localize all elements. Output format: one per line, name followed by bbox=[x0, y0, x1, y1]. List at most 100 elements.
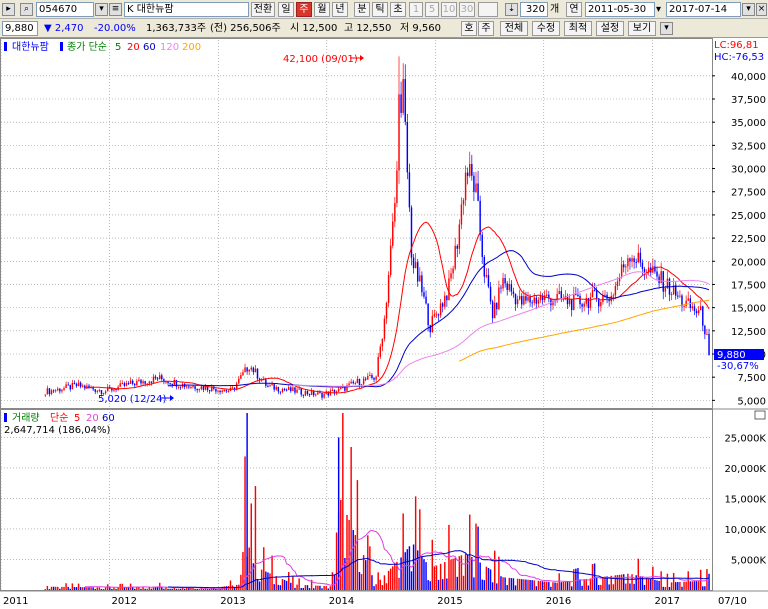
volume-bar bbox=[377, 572, 379, 590]
candle-body bbox=[627, 258, 629, 267]
volume-bar bbox=[179, 588, 182, 590]
period-month-button[interactable]: 월 bbox=[314, 2, 330, 17]
candle-body bbox=[706, 333, 708, 335]
calendar-icon[interactable]: ▾ bbox=[742, 3, 755, 16]
minute-30-button[interactable]: 30 bbox=[459, 2, 475, 17]
candle-body bbox=[616, 281, 619, 287]
period-week-button[interactable]: 주 bbox=[296, 2, 312, 17]
volume-bar bbox=[600, 584, 602, 590]
date-from-input[interactable]: 2011-05-30 bbox=[585, 2, 655, 17]
candle-body bbox=[169, 383, 171, 385]
menu-icon[interactable]: ▸ bbox=[2, 3, 15, 16]
volume-bar bbox=[244, 456, 246, 590]
candle-body bbox=[402, 79, 404, 113]
stock-chart[interactable]: 40,000 37,500 35,000 32,500 30,000 27,500 25,0… bbox=[0, 38, 768, 609]
candle-body bbox=[337, 388, 340, 392]
minute-1-button[interactable]: 1 bbox=[409, 2, 423, 17]
candle-body bbox=[71, 382, 74, 390]
period-year-button[interactable]: 년 bbox=[332, 2, 348, 17]
volume-bar bbox=[681, 586, 683, 590]
convert-button[interactable]: 전환 bbox=[251, 2, 275, 17]
volume-bar bbox=[364, 560, 367, 590]
volume-bar bbox=[267, 572, 269, 590]
candle-body bbox=[144, 381, 146, 384]
period-day-button[interactable]: 일 bbox=[278, 2, 294, 17]
volume-bar bbox=[254, 486, 257, 590]
x-tick-label: 2013 bbox=[220, 596, 245, 607]
candle-body bbox=[600, 301, 602, 307]
custom-period-button[interactable] bbox=[478, 2, 498, 17]
candle-body bbox=[281, 389, 284, 392]
year-button[interactable]: 연 bbox=[566, 2, 582, 17]
price-tick-label: 5,000 bbox=[737, 396, 766, 407]
period-second-button[interactable]: 초 bbox=[390, 2, 406, 17]
candle-body bbox=[620, 264, 623, 278]
volume-bar bbox=[100, 588, 103, 590]
candle-body bbox=[77, 382, 80, 387]
period-minute-button[interactable]: 분 bbox=[354, 2, 370, 17]
candle-body bbox=[356, 378, 359, 384]
volume-bar bbox=[82, 587, 84, 590]
search-icon[interactable]: ⌕ bbox=[20, 3, 33, 16]
candle-body bbox=[223, 390, 225, 392]
period-tick-button[interactable]: 틱 bbox=[372, 2, 388, 17]
volume-bar bbox=[685, 581, 687, 590]
volume-bar bbox=[693, 581, 696, 590]
volume-bar bbox=[525, 579, 527, 590]
chevron-down-icon[interactable]: ▾ bbox=[95, 3, 108, 16]
x-tick-label: 2012 bbox=[111, 596, 136, 607]
volume-bar bbox=[402, 513, 404, 590]
candle-body bbox=[417, 262, 419, 282]
candle-body bbox=[288, 387, 290, 390]
volume-bar bbox=[240, 574, 242, 590]
legend-volume-marker bbox=[4, 413, 7, 422]
stock-button[interactable]: 주 bbox=[478, 21, 494, 36]
volume-bar bbox=[425, 562, 427, 590]
volume-bar bbox=[635, 575, 637, 590]
volume-bar bbox=[433, 566, 436, 590]
minute-10-button[interactable]: 10 bbox=[441, 2, 457, 17]
volume-bar bbox=[352, 530, 354, 590]
volume-bar bbox=[292, 576, 294, 590]
candle-body bbox=[543, 295, 546, 301]
arrow-down-icon[interactable]: ⇣ bbox=[505, 3, 518, 16]
volume-bar bbox=[677, 582, 679, 590]
volume-bar bbox=[275, 576, 277, 590]
candle-body bbox=[637, 252, 640, 263]
candle-body bbox=[398, 94, 400, 171]
volume-bar bbox=[633, 583, 635, 590]
volume-panel-close-icon[interactable] bbox=[754, 410, 766, 420]
candle-body bbox=[235, 383, 238, 390]
volume-bar bbox=[57, 586, 59, 590]
stock-code-input[interactable]: 054670 bbox=[36, 2, 94, 17]
volume-bar bbox=[269, 573, 271, 590]
volume-bar bbox=[77, 583, 80, 590]
view-all-button[interactable]: 전체 bbox=[500, 21, 528, 36]
quote-button[interactable]: 호 bbox=[461, 21, 477, 36]
candle-body bbox=[439, 303, 442, 316]
view-button[interactable]: 보기 bbox=[628, 21, 656, 36]
volume-bar bbox=[564, 581, 567, 590]
volume-bar bbox=[587, 585, 590, 590]
candle-body bbox=[635, 262, 637, 264]
volume-bar bbox=[560, 582, 563, 590]
candle-body bbox=[381, 338, 384, 347]
volume-bar bbox=[556, 582, 558, 590]
candle-body bbox=[231, 387, 234, 389]
options-icon[interactable]: ▾ bbox=[660, 22, 673, 35]
stock-list-icon[interactable]: ≡ bbox=[109, 3, 122, 16]
date-to-input[interactable]: 2017-07-14 bbox=[666, 2, 741, 17]
volume-bar bbox=[485, 566, 488, 590]
settings-button[interactable]: 설정 bbox=[596, 21, 624, 36]
volume-bar bbox=[662, 586, 664, 590]
volume-bar bbox=[373, 586, 375, 590]
candle-body bbox=[358, 378, 361, 386]
count-input[interactable]: 320 bbox=[520, 2, 548, 17]
optimize-button[interactable]: 최적 bbox=[564, 21, 592, 36]
close-icon[interactable]: × bbox=[756, 3, 767, 16]
volume-bar bbox=[697, 580, 700, 590]
volume-bar bbox=[360, 574, 363, 590]
minute-5-button[interactable]: 5 bbox=[425, 2, 439, 17]
candle-body bbox=[171, 383, 173, 385]
adjust-button[interactable]: 수정 bbox=[532, 21, 560, 36]
